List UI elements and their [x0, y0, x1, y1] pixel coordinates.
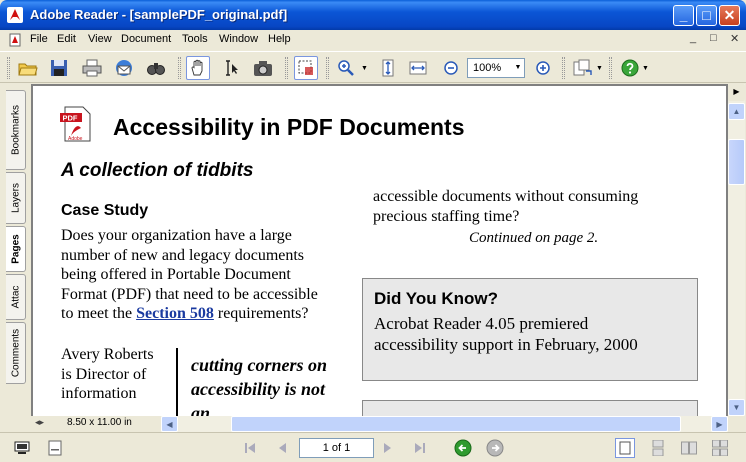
horizontal-scrollbar[interactable]: ◀ ▶	[161, 416, 728, 432]
adobe-reader-icon	[7, 7, 23, 23]
menu-window[interactable]: Window	[219, 33, 258, 45]
rotate-view-icon[interactable]	[571, 56, 595, 80]
svg-text:PDF: PDF	[63, 114, 78, 123]
doc-restore-button[interactable]: □	[710, 32, 717, 44]
did-you-know-heading: Did You Know?	[374, 289, 499, 308]
first-page-icon[interactable]	[240, 438, 260, 458]
toolbar-grip[interactable]	[326, 57, 329, 79]
right-column-paragraph: accessible documents without consuming p…	[373, 188, 639, 225]
help-dropdown-icon[interactable]: ▼	[642, 65, 649, 72]
menu-view[interactable]: View	[88, 33, 112, 45]
last-page-icon[interactable]	[410, 438, 430, 458]
toolbar-grip[interactable]	[285, 57, 288, 79]
maximize-button[interactable]: □	[696, 5, 717, 26]
second-info-box	[362, 400, 698, 416]
hand-tool-icon[interactable]	[186, 56, 210, 80]
zoom-in-icon[interactable]	[531, 56, 555, 80]
split-arrow-icon[interactable]: ▶	[728, 84, 745, 101]
document-view[interactable]: PDF Adobe Accessibility in PDF Documents…	[31, 84, 728, 416]
open-icon[interactable]	[16, 56, 40, 80]
facing-layout-icon[interactable]	[679, 438, 699, 458]
vertical-scroll-thumb[interactable]	[728, 139, 745, 185]
zoom-level-input[interactable]: 100% ▼	[467, 58, 525, 78]
case-study-paragraph: Does your organization have a large numb…	[61, 227, 318, 322]
horizontal-bar: ◂▸ 8.50 x 11.00 in ◀ ▶	[31, 416, 728, 432]
horizontal-scroll-thumb[interactable]	[231, 416, 681, 432]
continuous-facing-layout-icon[interactable]	[710, 438, 730, 458]
zoom-in-tool-icon[interactable]	[334, 56, 358, 80]
did-you-know-body: Acrobat Reader 4.05 premiered accessibil…	[374, 314, 638, 354]
vertical-scrollbar[interactable]: ▶ ▲ ▼	[728, 84, 745, 416]
page-number-input[interactable]: 1 of 1	[299, 438, 374, 458]
toolbar-grip[interactable]	[609, 57, 612, 79]
continuous-layout-icon[interactable]	[648, 438, 668, 458]
minimize-button[interactable]: _	[673, 5, 694, 26]
page-size-label: 8.50 x 11.00 in	[67, 417, 132, 428]
tab-pages[interactable]: Pages	[6, 226, 26, 272]
help-icon[interactable]	[618, 56, 642, 80]
chevron-down-icon[interactable]: ▼	[512, 59, 524, 77]
section-508-link[interactable]: Section 508	[136, 305, 214, 322]
menu-file[interactable]: File	[30, 33, 48, 45]
resize-arrows-icon[interactable]: ◂▸	[35, 417, 44, 428]
document-status-icon[interactable]	[45, 438, 65, 458]
email-icon[interactable]	[112, 56, 136, 80]
zoom-level-value: 100%	[473, 62, 502, 74]
toolbar-grip[interactable]	[7, 57, 10, 79]
menu-document[interactable]: Document	[121, 33, 171, 45]
tab-attachments[interactable]: Attac	[6, 274, 26, 320]
window-title: Adobe Reader - [samplePDF_original.pdf]	[30, 7, 288, 22]
close-button[interactable]: ✕	[719, 5, 740, 26]
document-subtitle: A collection of tidbits	[61, 160, 254, 181]
toolbar: ▼ 100% ▼ ▼ ▼	[0, 51, 746, 83]
doc-close-button[interactable]: ✕	[730, 32, 739, 45]
navigation-pane-tabs: Bookmarks Layers Pages Attac Comments	[0, 84, 30, 432]
monitor-icon[interactable]	[12, 438, 32, 458]
pull-quote: cutting corners on accessibility is not …	[191, 355, 328, 416]
zoom-out-icon[interactable]	[439, 56, 463, 80]
continued-note: Continued on page 2.	[469, 230, 599, 246]
scroll-left-icon[interactable]: ◀	[161, 416, 178, 432]
fit-height-icon[interactable]	[376, 56, 400, 80]
print-icon[interactable]	[80, 56, 104, 80]
single-page-layout-icon[interactable]	[615, 438, 635, 458]
title-bar[interactable]: Adobe Reader - [samplePDF_original.pdf] …	[0, 0, 746, 30]
did-you-know-box: Did You Know? Acrobat Reader 4.05 premie…	[362, 278, 698, 381]
menu-bar: File Edit View Document Tools Window Hel…	[0, 30, 746, 50]
snapshot-icon[interactable]	[251, 56, 275, 80]
pull-quote-rule	[176, 348, 178, 416]
next-view-icon[interactable]	[485, 438, 505, 458]
document-icon[interactable]	[8, 33, 22, 47]
narrow-column-text: Avery Roberts is Director of information	[61, 346, 154, 402]
previous-page-icon[interactable]	[272, 438, 292, 458]
zoom-tool-dropdown-icon[interactable]: ▼	[361, 65, 368, 72]
tab-bookmarks[interactable]: Bookmarks	[6, 90, 26, 170]
rotate-dropdown-icon[interactable]: ▼	[596, 65, 603, 72]
scroll-right-icon[interactable]: ▶	[711, 416, 728, 432]
pdf-page: PDF Adobe Accessibility in PDF Documents…	[33, 86, 726, 416]
menu-edit[interactable]: Edit	[57, 33, 76, 45]
menu-help[interactable]: Help	[268, 33, 291, 45]
scroll-down-icon[interactable]: ▼	[728, 399, 745, 416]
select-text-icon[interactable]	[219, 56, 243, 80]
search-icon[interactable]	[144, 56, 168, 80]
doc-minimize-button[interactable]: _	[690, 32, 696, 44]
previous-view-icon[interactable]	[453, 438, 473, 458]
menu-tools[interactable]: Tools	[182, 33, 208, 45]
next-page-icon[interactable]	[378, 438, 398, 458]
document-title: Accessibility in PDF Documents	[113, 114, 465, 140]
svg-text:Adobe: Adobe	[68, 136, 83, 142]
tab-comments[interactable]: Comments	[6, 322, 26, 384]
pdf-file-icon: PDF Adobe	[60, 106, 91, 142]
toolbar-grip[interactable]	[562, 57, 565, 79]
status-bar: 1 of 1	[0, 432, 746, 462]
toolbar-grip[interactable]	[178, 57, 181, 79]
tab-layers[interactable]: Layers	[6, 172, 26, 224]
fit-width-icon[interactable]	[406, 56, 430, 80]
save-icon[interactable]	[47, 56, 71, 80]
marquee-zoom-icon[interactable]	[294, 56, 318, 80]
case-study-heading: Case Study	[61, 202, 149, 219]
scroll-up-icon[interactable]: ▲	[728, 103, 745, 120]
